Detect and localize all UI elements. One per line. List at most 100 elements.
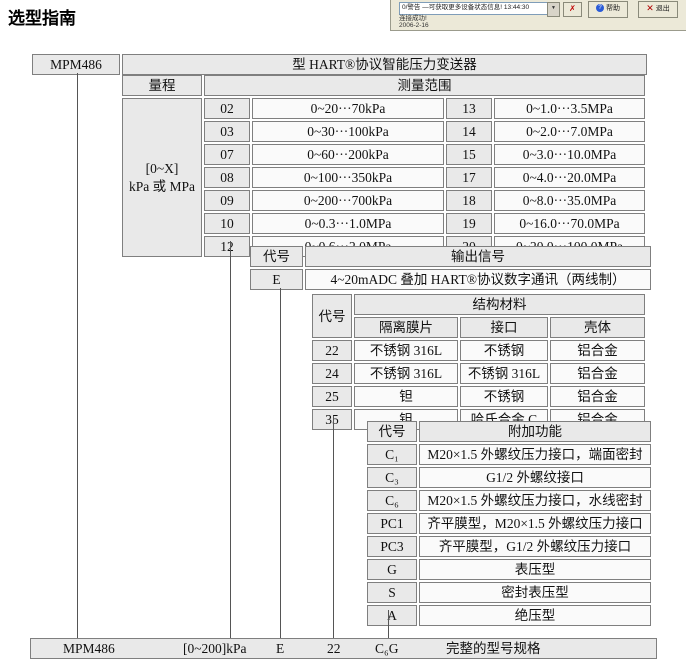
additional-function-table: 代号 附加功能 C₁ M20×1.5 外螺纹压力接口，端面密封 C₃ G1/2 … bbox=[365, 419, 653, 628]
range-code: 19 bbox=[446, 213, 492, 234]
structure-group-header: 结构材料 bbox=[354, 294, 645, 315]
range-code: 15 bbox=[446, 144, 492, 165]
page-title: 选型指南 bbox=[8, 4, 76, 29]
range-code: 10 bbox=[204, 213, 250, 234]
table-row: 代号 结构材料 bbox=[312, 294, 645, 315]
function-code: S bbox=[367, 582, 417, 603]
table-row: 24 不锈钢 316L 不锈钢 316L 铝合金 bbox=[312, 363, 645, 384]
range-code: 14 bbox=[446, 121, 492, 142]
measure-range-table: 量程 测量范围 [0~X] kPa 或 MPa 02 0~20···70kPa … bbox=[120, 73, 647, 259]
function-code: C₃ bbox=[367, 467, 417, 488]
function-code: C₆ bbox=[367, 490, 417, 511]
diaphragm-value: 不锈钢 316L bbox=[354, 340, 458, 361]
range-code: 09 bbox=[204, 190, 250, 211]
range-label-line2: kPa 或 MPa bbox=[125, 178, 199, 196]
range-value: 0~20···70kPa bbox=[252, 98, 444, 119]
diaphragm-header: 隔离膜片 bbox=[354, 317, 458, 338]
summary-material: 22 bbox=[327, 639, 341, 658]
range-value: 0~16.0···70.0MPa bbox=[494, 213, 645, 234]
status-dialog: 0/警告 —可获取更多设备状态信息! 13:44:30 ▼ ✗ ?帮助 ✕退出 … bbox=[390, 0, 686, 31]
range-label-line1: [0~X] bbox=[125, 160, 199, 178]
exit-icon: ✕ bbox=[646, 2, 654, 15]
function-desc: 齐平膜型，M20×1.5 外螺纹压力接口 bbox=[419, 513, 651, 534]
range-value: 0~1.0···3.5MPa bbox=[494, 98, 645, 119]
additional-function-header: 附加功能 bbox=[419, 421, 651, 442]
table-row: [0~X] kPa 或 MPa 02 0~20···70kPa 13 0~1.0… bbox=[122, 98, 645, 119]
device-status-combobox[interactable]: 0/警告 —可获取更多设备状态信息! 13:44:30 bbox=[399, 2, 549, 15]
connector-line-model bbox=[77, 73, 78, 638]
range-value: 0~4.0···20.0MPa bbox=[494, 167, 645, 188]
range-code: 12 bbox=[204, 236, 250, 257]
code-header: 代号 bbox=[312, 294, 352, 338]
table-row: C₁ M20×1.5 外螺纹压力接口，端面密封 bbox=[367, 444, 651, 465]
table-row: PC3 齐平膜型，G1/2 外螺纹压力接口 bbox=[367, 536, 651, 557]
range-value: 0~30···100kPa bbox=[252, 121, 444, 142]
product-title-cell: 型 HART®协议智能压力变送器 bbox=[122, 54, 647, 75]
range-value: 0~2.0···7.0MPa bbox=[494, 121, 645, 142]
function-desc: 齐平膜型，G1/2 外螺纹压力接口 bbox=[419, 536, 651, 557]
function-desc: M20×1.5 外螺纹压力接口，水线密封 bbox=[419, 490, 651, 511]
function-desc: 密封表压型 bbox=[419, 582, 651, 603]
summary-extra: C₆G bbox=[375, 639, 398, 658]
range-value: 0~100···350kPa bbox=[252, 167, 444, 188]
table-row: PC1 齐平膜型，M20×1.5 外螺纹压力接口 bbox=[367, 513, 651, 534]
structure-material-table: 代号 结构材料 隔离膜片 接口 壳体 22 不锈钢 316L 不锈钢 铝合金 2… bbox=[310, 292, 647, 432]
diaphragm-value: 钽 bbox=[354, 386, 458, 407]
table-row: 隔离膜片 接口 壳体 bbox=[312, 317, 645, 338]
range-code: 17 bbox=[446, 167, 492, 188]
table-row: G 表压型 bbox=[367, 559, 651, 580]
function-code: C₁ bbox=[367, 444, 417, 465]
structure-code: 35 bbox=[312, 409, 352, 430]
range-code: 13 bbox=[446, 98, 492, 119]
summary-model: MPM486 bbox=[63, 639, 115, 658]
housing-value: 铝合金 bbox=[550, 386, 645, 407]
port-value: 不锈钢 bbox=[460, 386, 548, 407]
model-code-cell: MPM486 bbox=[32, 54, 120, 75]
table-row: 代号 附加功能 bbox=[367, 421, 651, 442]
range-code: 18 bbox=[446, 190, 492, 211]
table-row: 22 不锈钢 316L 不锈钢 铝合金 bbox=[312, 340, 645, 361]
housing-header: 壳体 bbox=[550, 317, 645, 338]
connector-line-structure bbox=[333, 416, 334, 638]
connection-date-text: 2006-2-16 bbox=[399, 22, 429, 29]
range-value: 0~0.3···1.0MPa bbox=[252, 213, 444, 234]
housing-value: 铝合金 bbox=[550, 340, 645, 361]
range-label-cell: [0~X] kPa 或 MPa bbox=[122, 98, 202, 257]
connector-line-extra bbox=[388, 610, 389, 638]
function-code: A bbox=[367, 605, 417, 626]
summary-note: 完整的型号规格 bbox=[446, 639, 541, 658]
table-row: E 4~20mADC 叠加 HART®协议数字通讯（两线制） bbox=[250, 269, 651, 290]
range-value: 0~8.0···35.0MPa bbox=[494, 190, 645, 211]
range-value: 0~60···200kPa bbox=[252, 144, 444, 165]
exit-button[interactable]: ✕退出 bbox=[638, 1, 678, 18]
clear-status-button[interactable]: ✗ bbox=[563, 2, 582, 17]
code-header: 代号 bbox=[250, 246, 303, 267]
exit-button-label: 退出 bbox=[656, 5, 670, 12]
range-code: 03 bbox=[204, 121, 250, 142]
combobox-dropdown-arrow-icon[interactable]: ▼ bbox=[547, 2, 560, 17]
code-header: 代号 bbox=[367, 421, 417, 442]
output-code: E bbox=[250, 269, 303, 290]
function-code: PC3 bbox=[367, 536, 417, 557]
port-header: 接口 bbox=[460, 317, 548, 338]
connection-status-text: 连接成功! bbox=[399, 15, 427, 22]
structure-code: 22 bbox=[312, 340, 352, 361]
table-row: MPM486 型 HART®协议智能压力变送器 bbox=[32, 54, 647, 75]
function-desc: 表压型 bbox=[419, 559, 651, 580]
housing-value: 铝合金 bbox=[550, 363, 645, 384]
range-value: 0~3.0···10.0MPa bbox=[494, 144, 645, 165]
table-row: C₆ M20×1.5 外螺纹压力接口，水线密封 bbox=[367, 490, 651, 511]
table-row: 25 钽 不锈钢 铝合金 bbox=[312, 386, 645, 407]
diaphragm-value: 不锈钢 316L bbox=[354, 363, 458, 384]
table-row: 代号 输出信号 bbox=[250, 246, 651, 267]
function-desc: G1/2 外螺纹接口 bbox=[419, 467, 651, 488]
summary-output: E bbox=[276, 639, 284, 658]
table-row: A 绝压型 bbox=[367, 605, 651, 626]
help-button-label: 帮助 bbox=[606, 5, 620, 12]
range-value: 0~200···700kPa bbox=[252, 190, 444, 211]
output-signal-desc: 4~20mADC 叠加 HART®协议数字通讯（两线制） bbox=[305, 269, 651, 290]
table-row: C₃ G1/2 外螺纹接口 bbox=[367, 467, 651, 488]
function-desc: 绝压型 bbox=[419, 605, 651, 626]
help-button[interactable]: ?帮助 bbox=[588, 1, 628, 18]
function-desc: M20×1.5 外螺纹压力接口，端面密封 bbox=[419, 444, 651, 465]
